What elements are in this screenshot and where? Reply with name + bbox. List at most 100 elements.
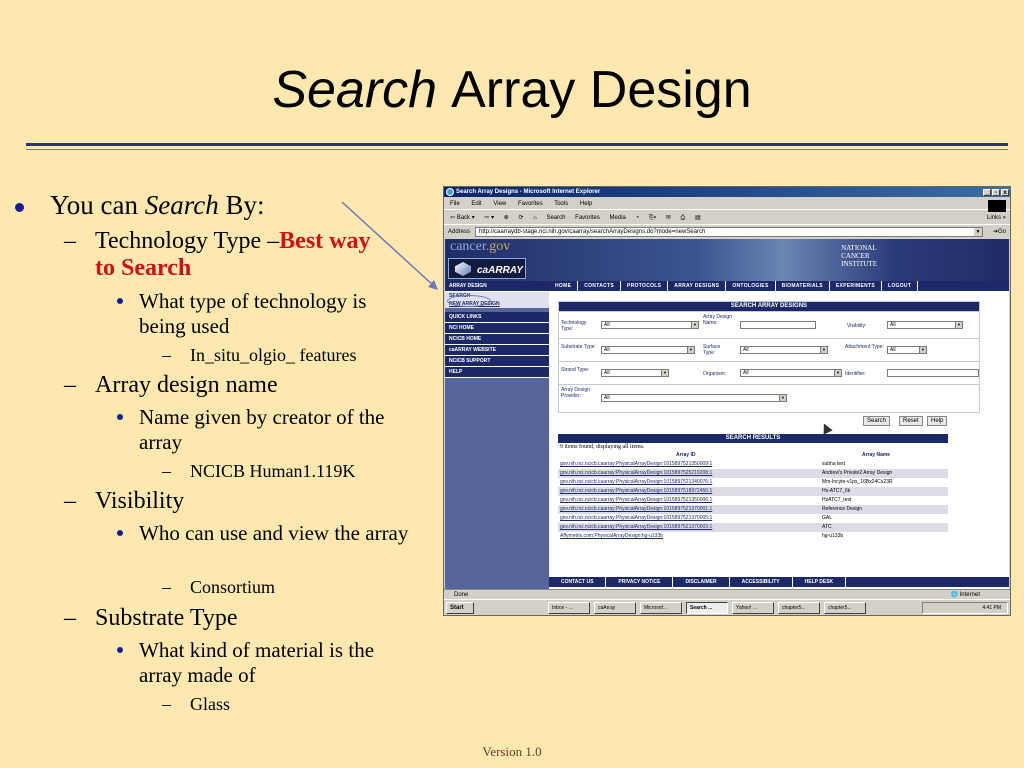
search-button[interactable]: Search (546, 215, 565, 221)
search-submit-button[interactable]: Search (863, 416, 891, 426)
footer-disclaimer[interactable]: DISCLAIMER (673, 577, 730, 587)
version-footer: Version 1.0 (482, 744, 542, 759)
nav-logout[interactable]: LOGOUT (882, 281, 919, 291)
array-id-link[interactable]: gov.nih.nci.ncicb.caarray:PhysicalArrayD… (560, 496, 712, 505)
nci-logo[interactable]: NATIONAL CANCER INSTITUTE (841, 244, 877, 268)
array-id-link[interactable]: gov.nih.nci.ncicb.caarray:PhysicalArrayD… (560, 487, 712, 496)
menu-help[interactable]: Help (580, 201, 592, 207)
site-banner: cancer.gov caARRAY NATIONAL CANCER INSTITU… (445, 239, 1009, 281)
back-button[interactable]: ⇦ Back ▾ (450, 215, 475, 221)
links-button[interactable]: Links » (987, 211, 1006, 225)
forward-button[interactable]: ⇨ ▾ (484, 215, 494, 221)
visibility-select[interactable]: All ▼ (887, 321, 963, 329)
menu-favorites[interactable]: Favorites (518, 201, 543, 207)
array-name-cell: Andrew's Private2 Array Design (822, 470, 893, 476)
surface-type-select[interactable]: All ▼ (740, 346, 828, 354)
title-rule (26, 143, 1008, 146)
home-icon[interactable]: ⌂ (533, 215, 537, 221)
discuss-icon[interactable]: ▤ (695, 215, 701, 221)
array-id-link[interactable]: gov.nih.nci.ncicb.caarray:PhysicalArrayD… (560, 523, 712, 532)
bullet-vis-desc: Who can use and view the array (139, 521, 409, 545)
results-column-headers: Array ID Array Name (558, 452, 948, 460)
pointer-arrow-icon (341, 201, 438, 290)
footer-privacy-notice[interactable]: PRIVACY NOTICE (606, 577, 674, 587)
cancer-gov-logo[interactable]: cancer.gov (450, 239, 510, 255)
site-footer: CONTACT US PRIVACY NOTICE DISCLAIMER ACCESS… (549, 577, 1009, 587)
left-nav-ncicb-home[interactable]: NCICB HOME (445, 334, 549, 345)
array-id-link[interactable]: gov.nih.nci.ncicb.caarray:PhysicalArrayD… (560, 514, 712, 523)
nav-protocols[interactable]: PROTOCOLS (621, 281, 669, 291)
minimize-button[interactable]: _ (983, 189, 991, 196)
bullet-tech-desc: What type of technology is being used (139, 289, 367, 338)
nav-contacts[interactable]: CONTACTS (578, 281, 622, 291)
mail-icon[interactable]: ⎘▾ (649, 215, 656, 221)
task-chapter5-b[interactable]: chapter5... (824, 602, 866, 614)
task-search[interactable]: Search ... (686, 602, 728, 614)
footer-help-desk[interactable]: HELP DESK (793, 577, 847, 587)
media-button[interactable]: Media (610, 215, 626, 221)
table-row: gov.nih.nci.ncicb.caarray:PhysicalArrayD… (558, 505, 948, 514)
table-row: gov.nih.nci.ncicb.caarray:PhysicalArrayD… (558, 469, 948, 478)
ie-icon (446, 188, 454, 196)
caarray-logo[interactable]: caARRAY (448, 258, 526, 279)
array-id-link[interactable]: gov.nih.nci.ncicb.caarray:PhysicalArrayD… (560, 460, 712, 469)
menu-view[interactable]: View (493, 201, 506, 207)
array-id-link[interactable]: Affymetrix.com:PhysicalArrayDesign:hg-u1… (560, 532, 663, 541)
dash-icon: – (162, 577, 171, 597)
array-design-provider-select[interactable]: All ▼ (601, 394, 787, 402)
left-nav-quick-links: QUICK LINKS (445, 312, 549, 323)
refresh-icon[interactable]: ⟳ (518, 215, 523, 221)
menu-tools[interactable]: Tools (554, 201, 568, 207)
left-nav-nci-home[interactable]: NCI HOME (445, 323, 549, 334)
task-microsoft[interactable]: Microsof... (640, 602, 682, 614)
left-nav-ncicb-support[interactable]: NCICB SUPPORT (445, 356, 549, 367)
identifier-input[interactable] (887, 369, 979, 377)
reset-button[interactable]: Reset (899, 416, 923, 426)
array-id-link[interactable]: gov.nih.nci.ncicb.caarray:PhysicalArrayD… (560, 478, 712, 487)
array-id-link[interactable]: gov.nih.nci.ncicb.caarray:PhysicalArrayD… (560, 505, 712, 514)
array-design-name-label: Array Design Name: (703, 314, 732, 326)
array-design-name-input[interactable] (740, 321, 816, 329)
nav-experiments[interactable]: EXPERIMENTS (830, 281, 883, 291)
close-button[interactable]: x (1001, 189, 1009, 196)
stop-icon[interactable]: ⊗ (504, 215, 509, 221)
table-row: gov.nih.nci.ncicb.caarray:PhysicalArrayD… (558, 514, 948, 523)
bullet-vis-example: Consortium (190, 577, 276, 597)
task-caarray[interactable]: caArray (594, 602, 636, 614)
nav-ontologies[interactable]: ONTOLOGIES (726, 281, 776, 291)
array-id-link[interactable]: gov.nih.nci.ncicb.caarray:PhysicalArrayD… (560, 469, 712, 478)
menu-edit[interactable]: Edit (471, 201, 481, 207)
column-header-array-name[interactable]: Array Name (862, 452, 890, 458)
nav-home[interactable]: HOME (549, 281, 579, 291)
menu-file[interactable]: File (450, 201, 460, 207)
nav-biomaterials[interactable]: BIOMATERIALS (776, 281, 830, 291)
print-icon[interactable]: ✉ (666, 215, 671, 221)
left-nav-caarray-website[interactable]: caARRAY WEBSITE (445, 345, 549, 356)
array-name-cell: GAL (822, 515, 833, 521)
chevron-down-icon: ▼ (820, 347, 827, 353)
column-header-array-id[interactable]: Array ID (676, 452, 695, 458)
task-chapter5-a[interactable]: chapter5... (778, 602, 820, 614)
footer-accessibility[interactable]: ACCESSIBILITY (730, 577, 793, 587)
task-inbox[interactable]: Inbox - ... (548, 602, 590, 614)
start-button[interactable]: Start (446, 602, 474, 614)
edit-icon[interactable]: ⎙ (681, 215, 686, 221)
history-icon[interactable]: ◔ (636, 215, 640, 221)
help-button[interactable]: Help (927, 416, 948, 426)
maximize-button[interactable]: ▫ (992, 189, 1000, 196)
bullet-dot-icon (117, 414, 123, 420)
favorites-button[interactable]: Favorites (575, 215, 600, 221)
nav-array-designs[interactable]: ARRAY DESIGNS (668, 281, 727, 291)
attachment-type-select[interactable]: All ▼ (887, 346, 927, 354)
left-nav-help[interactable]: HELP (445, 367, 549, 378)
go-button[interactable]: ➔Go (993, 226, 1006, 238)
search-form-header: SEARCH ARRAY DESIGNS (559, 302, 979, 311)
footer-contact-us[interactable]: CONTACT US (549, 577, 607, 587)
task-yahoo[interactable]: Yahoo! ... (732, 602, 774, 614)
address-dropdown-icon[interactable]: ▼ (974, 228, 982, 236)
substrate-type-select[interactable]: All ▼ (601, 346, 695, 354)
strand-type-select[interactable]: All ▼ (601, 369, 669, 377)
address-input[interactable]: http://caarraydb-stage.nci.nih.gov/caarr… (475, 227, 983, 237)
technology-type-select[interactable]: All ▼ (601, 321, 699, 329)
organism-select[interactable]: All ▼ (740, 369, 842, 377)
